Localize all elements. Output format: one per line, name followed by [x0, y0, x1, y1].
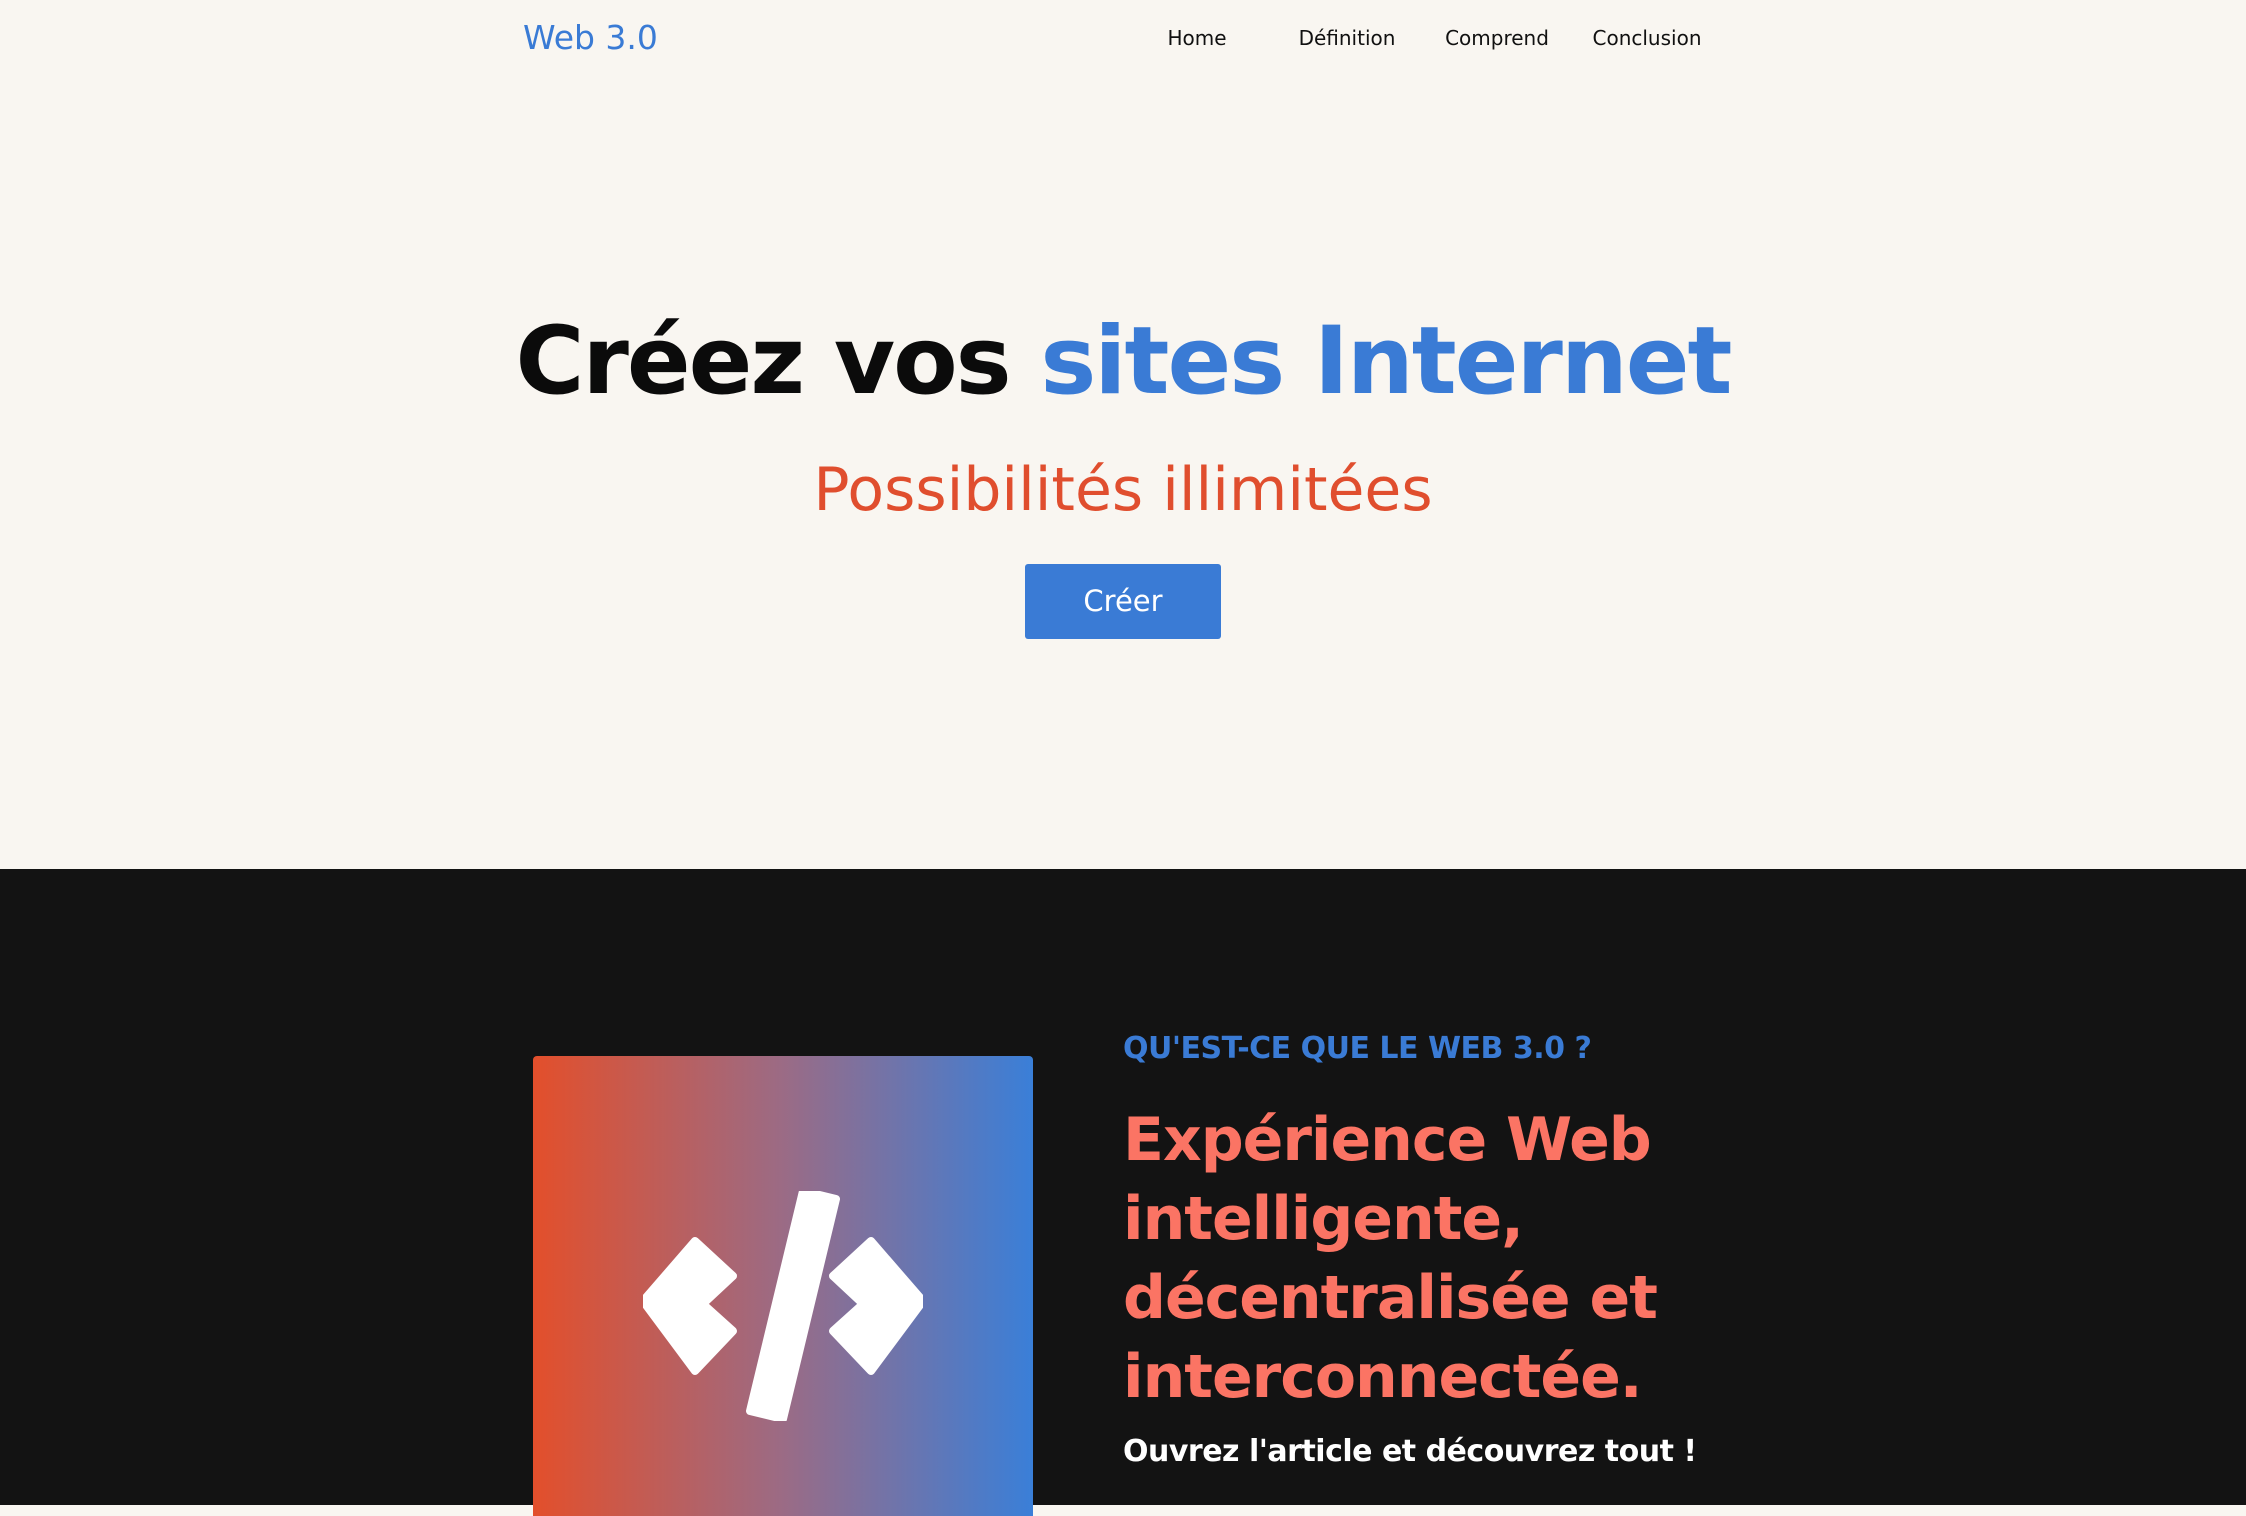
hero-title-accent: sites Internet	[1040, 307, 1732, 416]
create-button[interactable]: Créer	[1025, 564, 1221, 639]
site-header: Web 3.0 Home Définition Comprend Conclus…	[0, 0, 2246, 80]
hero-subtitle: Possibilités illimitées	[813, 455, 1433, 525]
nav-link-home[interactable]: Home	[1167, 26, 1226, 50]
hero-title: Créez vos sites Internet	[0, 315, 2246, 409]
main-nav: Home Définition Comprend Conclusion	[0, 26, 2246, 56]
nav-link-comprend[interactable]: Comprend	[1445, 26, 1549, 50]
hero-section: Créez vos sites Internet Possibilités il…	[0, 80, 2246, 869]
section-eyebrow: QU'EST-CE QUE LE WEB 3.0 ?	[1123, 1031, 1592, 1066]
section-headline: Expérience Web intelligente, décentralis…	[1123, 1105, 1658, 1412]
nav-link-definition[interactable]: Définition	[1299, 26, 1396, 50]
section-tagline: Ouvrez l'article et découvrez tout !	[1123, 1434, 1697, 1469]
about-section: QU'EST-CE QUE LE WEB 3.0 ? Expérience We…	[0, 869, 2246, 1516]
code-illustration	[533, 1056, 1033, 1516]
hero-title-main: Créez vos	[515, 307, 1041, 416]
code-icon	[643, 1191, 923, 1421]
nav-link-conclusion[interactable]: Conclusion	[1593, 26, 1702, 50]
